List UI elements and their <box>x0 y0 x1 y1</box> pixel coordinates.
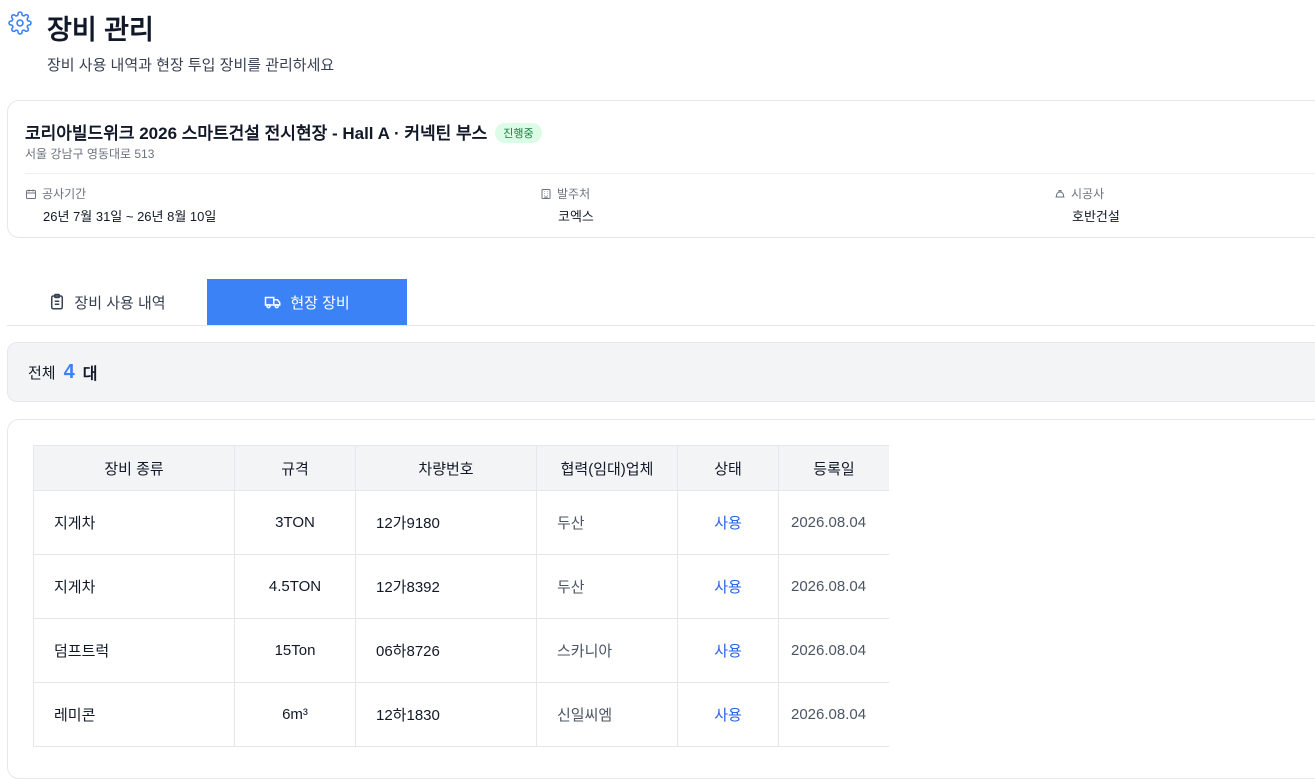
contractor-label: 시공사 <box>1071 187 1105 201</box>
tab-bar: 장비 사용 내역 현장 장비 <box>7 279 1315 326</box>
building-icon <box>541 188 551 199</box>
registered-date: 2026.08.04 <box>778 618 889 683</box>
equipment-type: 레미콘 <box>33 682 235 747</box>
client-info: 발주처 코엑스 <box>540 185 594 225</box>
contractor-value: 호반건설 <box>1072 209 1120 224</box>
hard-hat-icon <box>1055 189 1065 197</box>
equipment-spec: 6m³ <box>234 682 356 747</box>
client-label: 발주처 <box>557 187 591 201</box>
status-badge: 진행중 <box>495 123 542 143</box>
project-name-row: 코리아빌드위크 2026 스마트건설 전시현장 - Hall A · 커넥틴 부… <box>25 119 542 144</box>
equipment-type: 지게차 <box>33 490 235 555</box>
period-label: 공사기간 <box>42 187 87 201</box>
vehicle-number: 12가8392 <box>355 554 537 619</box>
vehicle-number: 12하1830 <box>355 682 537 747</box>
equipment-type: 덤프트럭 <box>33 618 235 683</box>
total-unit: 대 <box>82 366 98 383</box>
column-header[interactable]: 규격 <box>234 445 356 491</box>
calendar-icon <box>26 189 36 199</box>
registered-date: 2026.08.04 <box>778 490 889 555</box>
registered-date: 2026.08.04 <box>778 682 889 747</box>
status-link[interactable]: 사용 <box>677 682 779 747</box>
vehicle-number: 06하8726 <box>355 618 537 683</box>
vehicle-number: 12가9180 <box>355 490 537 555</box>
rental-company: 스카니아 <box>536 618 678 683</box>
table-row[interactable]: 레미콘 6m³ 12하1830 신일씨엠 사용 2026.08.04 <box>33 682 889 747</box>
equipment-table: 장비 종류 규격 차량번호 협력(임대)업체 상태 등록일 지게차 3TON 1… <box>33 445 889 747</box>
rental-company: 신일씨엠 <box>536 682 678 747</box>
table-row[interactable]: 덤프트럭 15Ton 06하8726 스카니아 사용 2026.08.04 <box>33 618 889 683</box>
column-header[interactable]: 협력(임대)업체 <box>536 445 678 491</box>
table-row[interactable]: 지게차 3TON 12가9180 두산 사용 2026.08.04 <box>33 490 889 555</box>
rental-company: 두산 <box>536 554 678 619</box>
status-link[interactable]: 사용 <box>677 618 779 683</box>
period-info: 공사기간 26년 7월 31일 ~ 26년 8월 10일 <box>25 185 216 225</box>
tab-usage-history[interactable]: 장비 사용 내역 <box>7 279 207 325</box>
status-link[interactable]: 사용 <box>677 554 779 619</box>
column-header[interactable]: 상태 <box>677 445 779 491</box>
column-header[interactable]: 장비 종류 <box>33 445 235 491</box>
equipment-spec: 15Ton <box>234 618 356 683</box>
registered-date: 2026.08.04 <box>778 554 889 619</box>
equipment-spec: 3TON <box>234 490 356 555</box>
truck-icon <box>265 296 281 309</box>
tab-site-equipment[interactable]: 현장 장비 <box>207 279 407 325</box>
table-header-row: 장비 종류 규격 차량번호 협력(임대)업체 상태 등록일 <box>33 445 889 491</box>
rental-company: 두산 <box>536 490 678 555</box>
equipment-spec: 4.5TON <box>234 554 356 619</box>
project-card: 코리아빌드위크 2026 스마트건설 전시현장 - Hall A · 커넥틴 부… <box>7 100 1315 238</box>
gear-icon <box>8 11 32 35</box>
clipboard-icon <box>51 293 64 310</box>
column-header[interactable]: 등록일 <box>778 445 889 491</box>
tab-label: 장비 사용 내역 <box>74 294 166 312</box>
client-value: 코엑스 <box>558 209 594 224</box>
total-count: 4 <box>63 360 75 383</box>
status-link[interactable]: 사용 <box>677 490 779 555</box>
equipment-type: 지게차 <box>33 554 235 619</box>
total-summary: 전체 4 대 <box>7 342 1315 402</box>
project-name: 코리아빌드위크 2026 스마트건설 전시현장 - Hall A · 커넥틴 부… <box>25 124 488 143</box>
project-address: 서울 강남구 영동대로 513 <box>25 147 155 161</box>
equipment-table-card: 장비 종류 규격 차량번호 협력(임대)업체 상태 등록일 지게차 3TON 1… <box>7 419 1315 779</box>
table-row[interactable]: 지게차 4.5TON 12가8392 두산 사용 2026.08.04 <box>33 554 889 619</box>
column-header[interactable]: 차량번호 <box>355 445 537 491</box>
tab-label: 현장 장비 <box>290 294 350 312</box>
total-label: 전체 <box>28 364 56 382</box>
contractor-info: 시공사 호반건설 <box>1054 185 1120 225</box>
divider <box>25 173 1315 174</box>
period-value: 26년 7월 31일 ~ 26년 8월 10일 <box>43 209 217 224</box>
page-subtitle: 장비 사용 내역과 현장 투입 장비를 관리하세요 <box>47 57 335 74</box>
page-title: 장비 관리 <box>47 15 154 45</box>
